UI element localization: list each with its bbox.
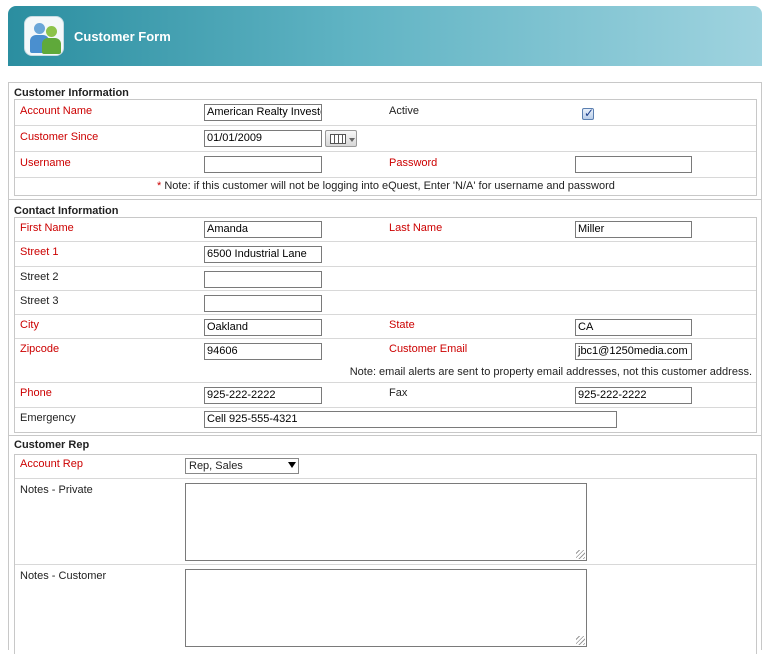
notes-customer-textarea[interactable] xyxy=(185,569,587,647)
customer-since-label: Customer Since xyxy=(20,131,99,143)
first-name-input[interactable]: Amanda xyxy=(204,221,322,238)
street3-label: Street 3 xyxy=(20,295,59,307)
city-label: City xyxy=(20,319,39,331)
account-rep-value: Rep, Sales xyxy=(189,460,243,472)
login-note: * Note: if this customer will not be log… xyxy=(157,180,615,192)
customer-email-label: Customer Email xyxy=(389,343,468,355)
resize-grip-icon[interactable] xyxy=(576,636,585,645)
emergency-input[interactable]: Cell 925-555-4321 xyxy=(204,411,617,428)
password-label: Password xyxy=(389,157,438,169)
row-customer-since: Customer Since 01/01/2009 xyxy=(15,126,756,152)
first-name-label: First Name xyxy=(20,222,74,234)
row-username-password: Username Password xyxy=(15,152,756,178)
street2-label: Street 2 xyxy=(20,271,59,283)
customer-since-input[interactable]: 01/01/2009 xyxy=(204,130,322,147)
row-emergency: Emergency Cell 925-555-4321 xyxy=(15,408,756,432)
chevron-down-icon xyxy=(349,138,355,142)
street1-input[interactable]: 6500 Industrial Lane xyxy=(204,246,322,263)
zipcode-label: Zipcode xyxy=(20,343,60,355)
row-street1: Street 1 6500 Industrial Lane xyxy=(15,242,756,267)
state-label: State xyxy=(389,319,415,331)
row-phone-fax: Phone 925-222-2222 Fax 925-222-2222 xyxy=(15,383,756,408)
active-label: Active xyxy=(389,105,419,117)
contact-information-box: First Name Amanda Last Name Miller Stree… xyxy=(14,217,757,433)
account-name-label: Account Name xyxy=(20,105,93,117)
section-divider xyxy=(9,199,761,200)
username-label: Username xyxy=(20,157,71,169)
street3-input[interactable] xyxy=(204,295,322,312)
required-marker: * xyxy=(157,180,162,192)
account-rep-select[interactable]: Rep, Sales xyxy=(185,458,299,474)
section-title-customer-rep: Customer Rep xyxy=(14,439,90,451)
dropdown-arrow-icon xyxy=(288,462,296,468)
row-city-state: City Oakland State CA xyxy=(15,315,756,339)
customer-form: Customer Information Account Name Americ… xyxy=(8,82,762,654)
login-note-text: Note: if this customer will not be loggi… xyxy=(164,180,615,192)
fax-input[interactable]: 925-222-2222 xyxy=(575,387,692,404)
calendar-icon xyxy=(330,134,346,144)
notes-private-label: Notes - Private xyxy=(20,484,93,496)
customer-rep-box: Account Rep Rep, Sales Notes - Private N… xyxy=(14,454,757,654)
phone-input[interactable]: 925-222-2222 xyxy=(204,387,322,404)
row-street3: Street 3 xyxy=(15,291,756,315)
street1-label: Street 1 xyxy=(20,246,59,258)
checkmark-icon: ✓ xyxy=(583,106,595,120)
zipcode-input[interactable]: 94606 xyxy=(204,343,322,360)
state-input[interactable]: CA xyxy=(575,319,692,336)
page-title: Customer Form xyxy=(74,29,171,44)
row-account-rep: Account Rep Rep, Sales xyxy=(15,455,756,479)
customers-icon xyxy=(24,16,64,56)
customer-email-input[interactable]: jbc1@1250media.com xyxy=(575,343,692,360)
active-checkbox[interactable]: ✓ xyxy=(582,106,595,120)
customer-information-box: Account Name American Realty Investors A… xyxy=(14,99,757,196)
username-input[interactable] xyxy=(204,156,322,173)
section-title-contact-information: Contact Information xyxy=(14,205,119,217)
notes-private-textarea[interactable] xyxy=(185,483,587,561)
row-notes-private: Notes - Private xyxy=(15,479,756,565)
account-name-input[interactable]: American Realty Investors xyxy=(204,104,322,121)
section-title-customer-information: Customer Information xyxy=(14,87,129,99)
row-notes-customer: Notes - Customer xyxy=(15,565,756,655)
last-name-input[interactable]: Miller xyxy=(575,221,692,238)
emergency-label: Emergency xyxy=(20,412,76,424)
row-street2: Street 2 xyxy=(15,267,756,291)
account-rep-label: Account Rep xyxy=(20,458,83,470)
section-divider xyxy=(9,435,761,436)
password-input[interactable] xyxy=(575,156,692,173)
fax-label: Fax xyxy=(389,387,408,399)
notes-customer-label: Notes - Customer xyxy=(20,570,107,582)
calendar-picker-button[interactable] xyxy=(325,130,357,147)
phone-label: Phone xyxy=(20,387,52,399)
form-header: Customer Form xyxy=(8,6,762,66)
row-zip-email: Zipcode 94606 Customer Email jbc1@1250me… xyxy=(15,339,756,383)
row-login-note: * Note: if this customer will not be log… xyxy=(15,178,756,196)
last-name-label: Last Name xyxy=(389,222,443,234)
row-account-name: Account Name American Realty Investors A… xyxy=(15,100,756,126)
resize-grip-icon[interactable] xyxy=(576,550,585,559)
street2-input[interactable] xyxy=(204,271,322,288)
city-input[interactable]: Oakland xyxy=(204,319,322,336)
row-name: First Name Amanda Last Name Miller xyxy=(15,218,756,242)
email-alert-note: Note: email alerts are sent to property … xyxy=(349,366,752,378)
